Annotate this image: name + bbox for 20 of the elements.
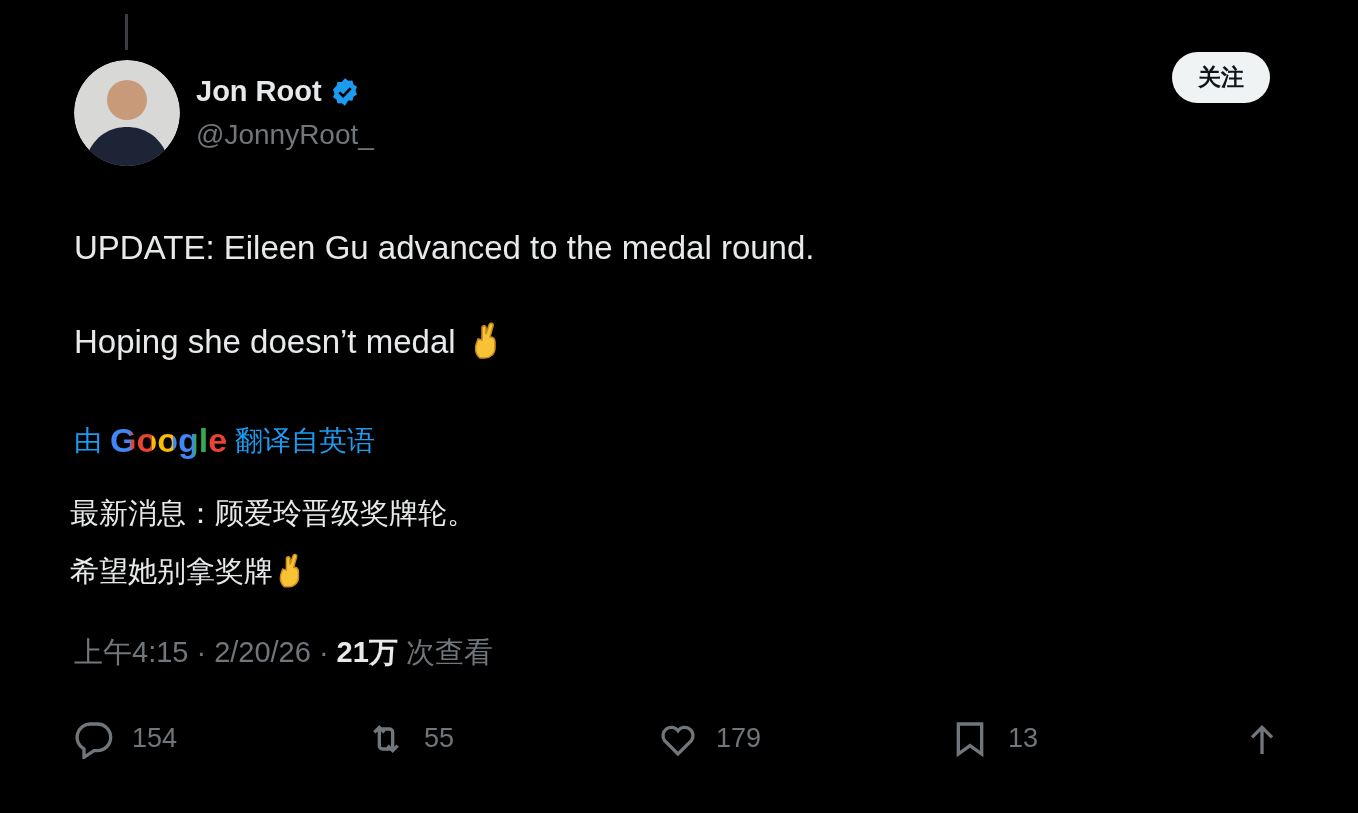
post-date[interactable]: 2/20/26 bbox=[214, 631, 311, 675]
author-name[interactable]: Jon Root bbox=[196, 70, 322, 114]
post-text: Hoping she doesn’t medal bbox=[74, 321, 456, 362]
separator-dot: · bbox=[318, 635, 329, 670]
separator-dot: · bbox=[196, 635, 207, 670]
reply-button[interactable]: 154 bbox=[74, 718, 366, 759]
post-time[interactable]: 上午4:15 bbox=[74, 631, 189, 675]
translated-text: 最新消息：顾爱玲晋级奖牌轮。 bbox=[70, 496, 476, 531]
translation-label: 翻译自英语 bbox=[235, 423, 376, 458]
views-label: 次查看 bbox=[405, 635, 493, 670]
avatar[interactable] bbox=[74, 60, 180, 166]
like-button[interactable]: 179 bbox=[658, 718, 950, 759]
view-count: 21万 bbox=[336, 635, 398, 670]
follow-button[interactable]: 关注 bbox=[1172, 52, 1270, 103]
repost-button[interactable]: 55 bbox=[366, 718, 658, 759]
user-handle[interactable]: @JonnyRoot_ bbox=[196, 113, 1156, 156]
post-text: UPDATE: Eileen Gu advanced to the medal round. bbox=[74, 228, 815, 268]
translated-text: 希望她别拿奖牌 bbox=[70, 553, 273, 589]
bookmark-button[interactable]: 13 bbox=[950, 718, 1242, 759]
translation-label: 由 bbox=[74, 423, 102, 458]
